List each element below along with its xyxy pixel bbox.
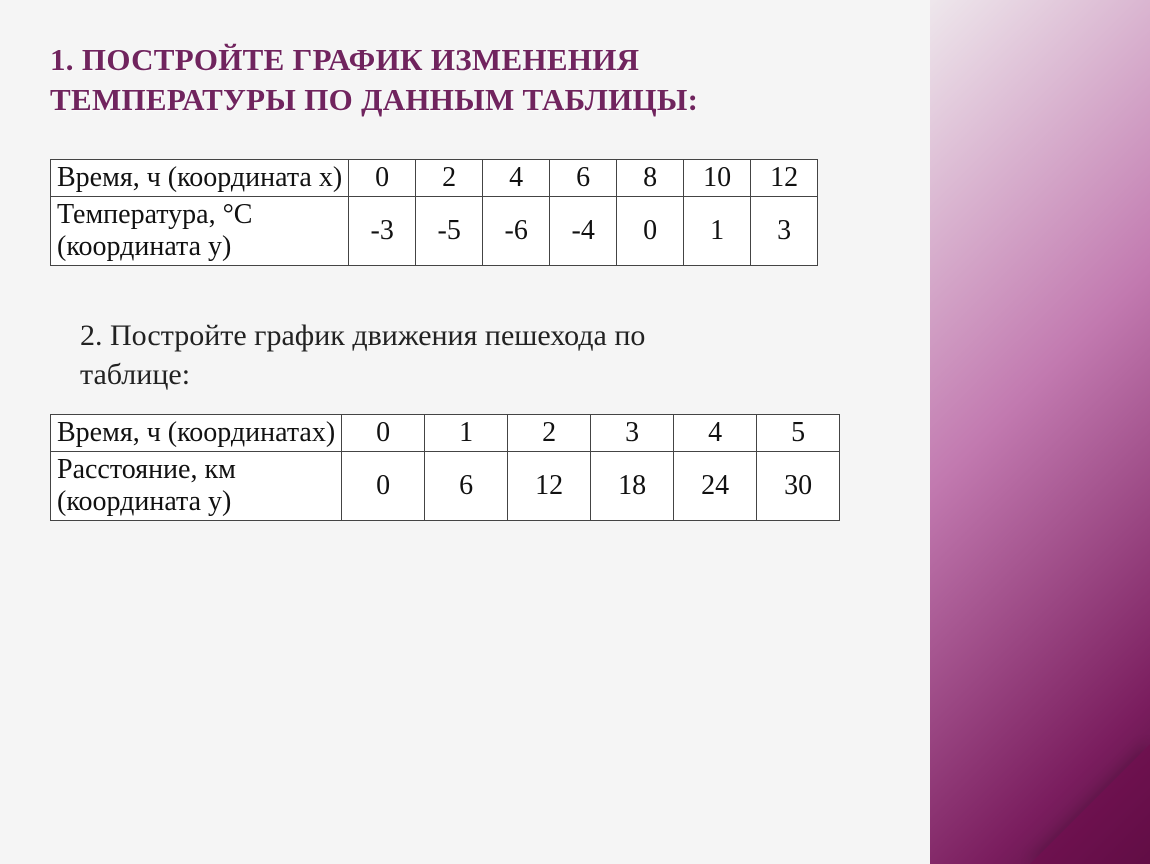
- cell: 30: [757, 452, 840, 521]
- cell: 4: [483, 160, 550, 197]
- task1-row1-label: Время, ч (координата х): [51, 160, 349, 197]
- cell: 18: [591, 452, 674, 521]
- cell: 4: [674, 415, 757, 452]
- table-row: Расстояние, км (координата у) 0 6 12 18 …: [51, 452, 840, 521]
- cell: -4: [550, 197, 617, 266]
- task2-row2-label: Расстояние, км (координата у): [51, 452, 342, 521]
- cell: -5: [416, 197, 483, 266]
- slide: 1. ПОСТРОЙТЕ ГРАФИК ИЗМЕНЕНИЯ ТЕМПЕРАТУР…: [0, 0, 1150, 864]
- subtitle-line1: 2. Постройте график движения пешехода по: [80, 319, 645, 352]
- task1-title: 1. ПОСТРОЙТЕ ГРАФИК ИЗМЕНЕНИЯ ТЕМПЕРАТУР…: [50, 40, 935, 119]
- task2-row1-label: Время, ч (координатах): [51, 415, 342, 452]
- task1-table: Время, ч (координата х) 0 2 4 6 8 10 12 …: [50, 159, 818, 266]
- content-area: 1. ПОСТРОЙТЕ ГРАФИК ИЗМЕНЕНИЯ ТЕМПЕРАТУР…: [0, 0, 935, 521]
- cell: 8: [617, 160, 684, 197]
- cell: 0: [342, 452, 425, 521]
- corner-fold: [1030, 744, 1150, 864]
- cell: 0: [617, 197, 684, 266]
- table-row: Температура, °С (координата у) -3 -5 -6 …: [51, 197, 818, 266]
- cell: 2: [508, 415, 591, 452]
- cell: 3: [751, 197, 818, 266]
- cell: 0: [349, 160, 416, 197]
- cell: 10: [684, 160, 751, 197]
- cell: -6: [483, 197, 550, 266]
- cell: 3: [591, 415, 674, 452]
- task2-subtitle: 2. Постройте график движения пешехода по…: [80, 316, 935, 394]
- cell: 24: [674, 452, 757, 521]
- cell: 1: [425, 415, 508, 452]
- subtitle-line2: таблице:: [80, 358, 190, 391]
- side-gradient: [930, 0, 1150, 864]
- cell: 12: [751, 160, 818, 197]
- table-row: Время, ч (координата х) 0 2 4 6 8 10 12: [51, 160, 818, 197]
- cell: 1: [684, 197, 751, 266]
- cell: 0: [342, 415, 425, 452]
- table-row: Время, ч (координатах) 0 1 2 3 4 5: [51, 415, 840, 452]
- task1-row2-label: Температура, °С (координата у): [51, 197, 349, 266]
- cell: 6: [550, 160, 617, 197]
- cell: 6: [425, 452, 508, 521]
- title-line2: ТЕМПЕРАТУРЫ ПО ДАННЫМ ТАБЛИЦЫ:: [50, 82, 698, 117]
- cell: 2: [416, 160, 483, 197]
- task2-table: Время, ч (координатах) 0 1 2 3 4 5 Расст…: [50, 414, 840, 521]
- cell: 12: [508, 452, 591, 521]
- title-line1: 1. ПОСТРОЙТЕ ГРАФИК ИЗМЕНЕНИЯ: [50, 42, 639, 77]
- cell: 5: [757, 415, 840, 452]
- cell: -3: [349, 197, 416, 266]
